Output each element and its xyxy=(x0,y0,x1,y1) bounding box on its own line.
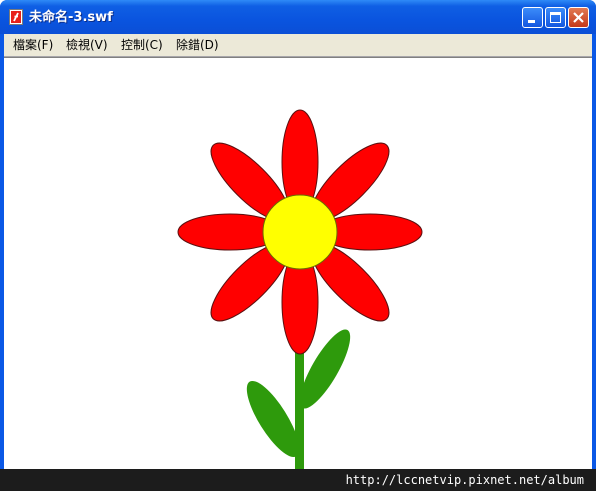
menu-view[interactable]: 檢視(V) xyxy=(63,36,111,54)
watermark-bar: http://lccnetvip.pixnet.net/album xyxy=(0,469,596,491)
player-window: 未命名-3.swf 檔案(F) 檢視(V) 控制(C) 除錯(D) http:/… xyxy=(0,0,596,491)
flower-canvas xyxy=(177,109,423,488)
close-button[interactable] xyxy=(568,7,589,28)
flash-stage-area[interactable] xyxy=(4,57,592,488)
minimize-icon xyxy=(528,20,535,23)
flower-center xyxy=(262,194,338,270)
menu-file[interactable]: 檔案(F) xyxy=(10,36,56,54)
watermark-url: http://lccnetvip.pixnet.net/album xyxy=(345,473,584,487)
menu-debug[interactable]: 除錯(D) xyxy=(173,36,222,54)
menu-bar: 檔案(F) 檢視(V) 控制(C) 除錯(D) xyxy=(4,34,592,57)
close-icon xyxy=(573,12,584,23)
maximize-button[interactable] xyxy=(545,7,566,28)
title-bar[interactable]: 未命名-3.swf xyxy=(0,0,596,34)
flower-stem xyxy=(295,341,304,488)
minimize-button[interactable] xyxy=(522,7,543,28)
flash-player-icon xyxy=(9,9,23,25)
menu-control[interactable]: 控制(C) xyxy=(118,36,166,54)
maximize-icon xyxy=(550,12,561,23)
window-title: 未命名-3.swf xyxy=(29,10,113,25)
